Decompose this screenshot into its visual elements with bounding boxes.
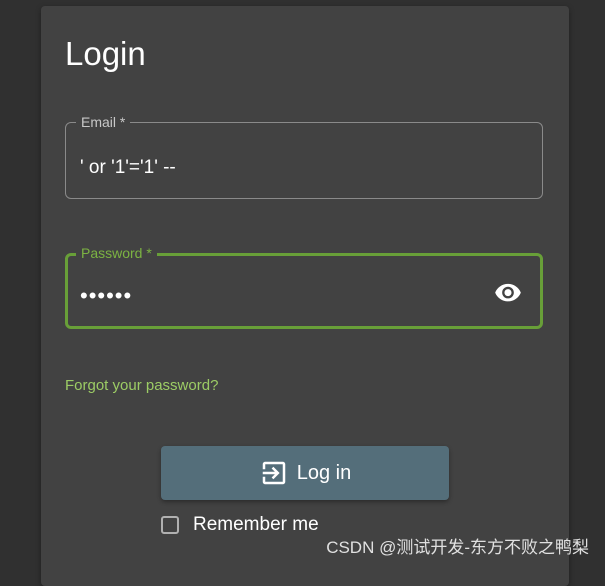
email-field[interactable]: Email * ' or '1'='1' -- — [65, 113, 543, 199]
password-input[interactable]: •••••• — [80, 284, 132, 308]
password-field[interactable]: Password * •••••• — [65, 244, 543, 329]
remember-me-label: Remember me — [193, 514, 319, 535]
password-label: Password * — [76, 244, 157, 262]
remember-me[interactable]: Remember me — [161, 514, 319, 536]
login-button[interactable]: Log in — [161, 446, 449, 500]
eye-icon[interactable] — [494, 282, 522, 302]
login-card: Login Email * ' or '1'='1' -- Password *… — [41, 6, 569, 586]
email-label: Email * — [76, 113, 131, 131]
login-icon — [259, 458, 289, 488]
page-title: Login — [65, 35, 146, 72]
login-button-label: Log in — [296, 461, 352, 484]
watermark: CSDN @测试开发-东方不败之鸭梨 — [326, 538, 589, 557]
forgot-password-link[interactable]: Forgot your password? — [65, 377, 218, 394]
email-input[interactable]: ' or '1'='1' -- — [80, 156, 176, 180]
remember-me-checkbox[interactable] — [161, 516, 179, 534]
